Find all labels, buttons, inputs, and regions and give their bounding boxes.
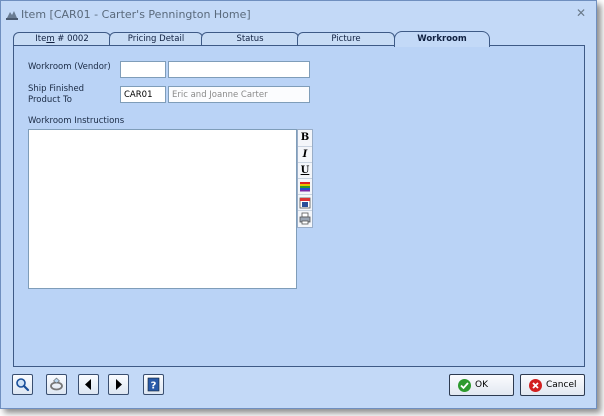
print-icon[interactable]	[298, 210, 312, 226]
tab-item[interactable]: Item # 0002	[13, 32, 111, 46]
tab-item-label-pre: Ite	[35, 34, 47, 44]
checkmark-icon	[458, 379, 471, 392]
tab-picture-label: Picture	[331, 34, 361, 44]
ship-to-code-input[interactable]	[120, 86, 166, 103]
help-button[interactable]: ?	[143, 374, 164, 395]
underline-icon[interactable]: U	[298, 162, 312, 178]
window-title: Item [CAR01 - Carter's Pennington Home]	[21, 8, 251, 21]
window-app-icon	[6, 11, 18, 20]
italic-icon[interactable]: I	[298, 146, 312, 162]
ship-to-name-field	[168, 86, 310, 103]
tab-status-label: Status	[236, 34, 264, 44]
ring-button[interactable]	[46, 374, 67, 395]
search-button[interactable]	[12, 374, 33, 395]
bold-icon[interactable]: B	[298, 130, 312, 145]
cancel-button[interactable]: Cancel	[520, 374, 585, 396]
previous-button[interactable]	[78, 374, 99, 395]
calendar-icon[interactable]	[298, 194, 312, 210]
color-bars-icon[interactable]	[298, 178, 312, 194]
tab-workroom-label: Workroom	[417, 34, 467, 44]
arrow-right-icon	[116, 379, 122, 390]
tab-pricing-detail-label: Pricing Detail	[127, 34, 185, 44]
title-bar[interactable]: Item [CAR01 - Carter's Pennington Home] …	[1, 1, 596, 27]
ring-icon	[50, 377, 63, 391]
format-toolbar: B I U	[297, 129, 313, 228]
arrow-left-icon	[85, 379, 91, 390]
tab-workroom[interactable]: Workroom	[394, 31, 490, 47]
workroom-instructions-label: Workroom Instructions	[28, 116, 125, 126]
ok-button[interactable]: OK	[449, 374, 514, 396]
workroom-vendor-name-input[interactable]	[168, 61, 310, 78]
item-dialog: Item [CAR01 - Carter's Pennington Home] …	[0, 0, 597, 409]
ship-finished-label: Ship Finished	[28, 84, 85, 94]
ok-label: OK	[475, 380, 488, 390]
help-icon: ?	[147, 377, 160, 392]
next-button[interactable]	[108, 374, 129, 395]
product-to-label: Product To	[28, 95, 72, 105]
cancel-x-icon	[529, 379, 542, 392]
search-icon	[16, 378, 30, 392]
svg-text:?: ?	[151, 381, 157, 392]
workroom-vendor-label: Workroom (Vendor)	[28, 62, 111, 72]
workroom-panel: Workroom (Vendor) Ship Finished Product …	[13, 45, 585, 367]
tab-item-label-post: # 0002	[54, 34, 89, 44]
workroom-vendor-code-input[interactable]	[120, 61, 166, 78]
tab-status[interactable]: Status	[201, 32, 299, 46]
tab-pricing-detail[interactable]: Pricing Detail	[109, 32, 203, 46]
cancel-label: Cancel	[546, 380, 577, 390]
workroom-instructions-textarea[interactable]	[28, 129, 297, 289]
close-icon[interactable]: ✕	[574, 6, 588, 20]
tab-picture[interactable]: Picture	[297, 32, 395, 46]
tab-item-label-mnemonic: m	[46, 34, 55, 44]
